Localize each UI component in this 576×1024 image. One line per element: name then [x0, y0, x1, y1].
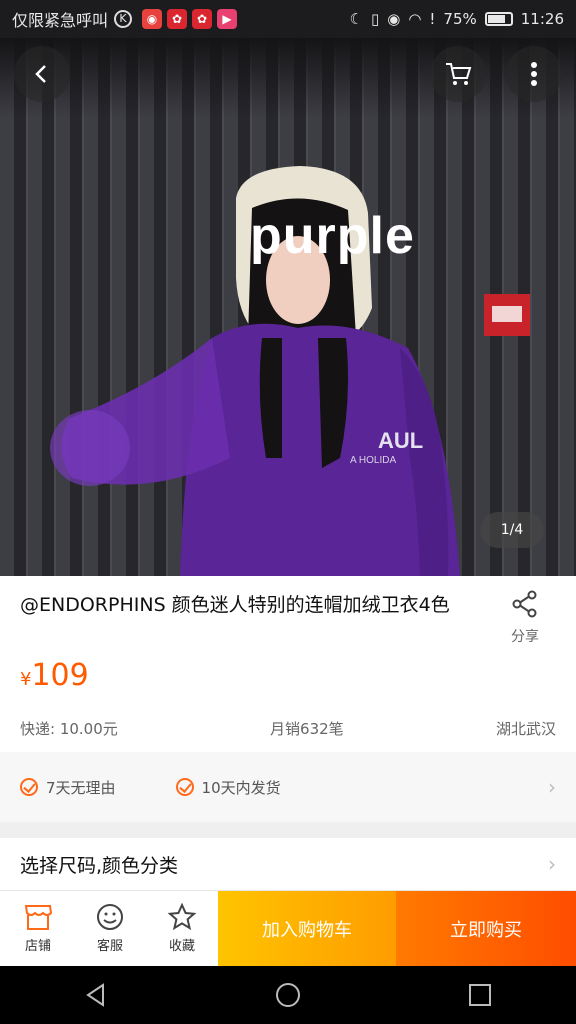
- status-bar: 仅限紧急呼叫 K ◉ ✿ ✿ ▶ ☾ ▯ ◉ ◠ ! 75% 11:26: [0, 0, 576, 38]
- share-button[interactable]: 分享: [500, 590, 550, 646]
- guarantee-label: 10天内发货: [201, 778, 281, 797]
- action-bar: 店铺 客服 收藏 加入购物车 立即购买: [0, 890, 576, 966]
- guarantee-item: 10天内发货: [175, 777, 281, 798]
- status-app-icons: ◉ ✿ ✿ ▶: [142, 9, 238, 29]
- action-tabs: 店铺 客服 收藏: [0, 891, 218, 966]
- store-icon: [24, 905, 53, 930]
- store-tab[interactable]: 店铺: [2, 891, 74, 966]
- product-title: @ENDORPHINS 颜色迷人特别的连帽加绒卫衣4色: [20, 594, 450, 616]
- shipping-fee: 快递: 10.00元: [20, 720, 118, 738]
- svg-text:A HOLIDA: A HOLIDA: [350, 455, 396, 466]
- guarantee-item: 7天无理由: [20, 777, 116, 798]
- more-vertical-icon: [531, 62, 537, 86]
- system-nav-bar: [0, 966, 576, 1024]
- image-caption: purple: [250, 207, 415, 265]
- divider: [0, 822, 576, 838]
- star-icon: [167, 903, 197, 931]
- product-info: @ENDORPHINS 颜色迷人特别的连帽加绒卫衣4色 分享 ¥109 快递: …: [0, 576, 576, 752]
- tab-label: 客服: [96, 939, 123, 954]
- chevron-right-icon: ›: [548, 775, 556, 799]
- clock: 11:26: [520, 10, 564, 28]
- nav-recents-button[interactable]: [450, 966, 510, 1024]
- huawei-icon: ✿: [167, 9, 188, 29]
- guarantee-label: 7天无理由: [46, 778, 116, 797]
- triangle-back-icon: [86, 983, 104, 1007]
- back-button[interactable]: [14, 46, 70, 102]
- check-circle-icon: [175, 778, 194, 796]
- add-to-cart-button[interactable]: 加入购物车: [218, 891, 396, 966]
- chat-icon: [97, 904, 123, 930]
- weibo-icon: ◉: [142, 9, 163, 29]
- chevron-left-icon: [35, 65, 46, 83]
- tab-label: 店铺: [24, 939, 51, 954]
- video-icon: ▶: [217, 9, 238, 29]
- guarantees-row[interactable]: 7天无理由 10天内发货 ›: [0, 752, 576, 822]
- product-meta: 快递: 10.00元 月销632笔 湖北武汉: [20, 718, 556, 739]
- currency-symbol: ¥: [20, 669, 32, 690]
- price-value: 109: [31, 658, 89, 693]
- tab-label: 收藏: [168, 939, 195, 954]
- nav-home-button[interactable]: [258, 966, 318, 1024]
- buy-now-button[interactable]: 立即购买: [396, 891, 576, 966]
- customer-service-tab[interactable]: 客服: [74, 891, 146, 966]
- price: ¥109: [20, 658, 89, 693]
- k-icon: K: [114, 10, 133, 28]
- moon-icon: ☾: [349, 10, 363, 28]
- nav-back-button[interactable]: [66, 966, 126, 1024]
- cart-icon: [446, 63, 472, 85]
- battery-icon: [484, 12, 513, 26]
- battery-percent: 75%: [443, 10, 477, 28]
- ship-location: 湖北武汉: [495, 720, 556, 738]
- page-indicator: 1/4: [480, 512, 544, 548]
- favorite-tab[interactable]: 收藏: [146, 891, 218, 966]
- alert-icon: !: [429, 10, 436, 28]
- share-icon: [512, 590, 537, 618]
- circle-home-icon: [276, 983, 300, 1007]
- vibrate-icon: ▯: [370, 10, 380, 28]
- product-image[interactable]: AUL A HOLIDA purple 1/4: [0, 38, 576, 576]
- carrier-text: 仅限紧急呼叫: [12, 11, 109, 30]
- monthly-sales: 月销632笔: [270, 720, 344, 738]
- status-right: ☾ ▯ ◉ ◠ ! 75% 11:26: [350, 10, 565, 28]
- huawei-icon: ✿: [192, 9, 213, 29]
- eye-icon: ◉: [387, 10, 401, 28]
- model-photo: AUL A HOLIDA: [50, 166, 530, 576]
- select-options-row[interactable]: 选择尺码,颜色分类 ›: [0, 838, 576, 890]
- status-left: 仅限紧急呼叫 K ◉ ✿ ✿ ▶: [12, 7, 238, 31]
- share-label: 分享: [511, 629, 539, 645]
- svg-text:AUL: AUL: [378, 428, 423, 453]
- more-button[interactable]: [506, 46, 562, 102]
- square-recents-icon: [469, 984, 491, 1006]
- chevron-right-icon: ›: [548, 852, 556, 876]
- cart-button[interactable]: [430, 46, 486, 102]
- select-options-label: 选择尺码,颜色分类: [20, 854, 179, 877]
- wifi-icon: ◠: [408, 10, 422, 28]
- check-circle-icon: [20, 778, 38, 796]
